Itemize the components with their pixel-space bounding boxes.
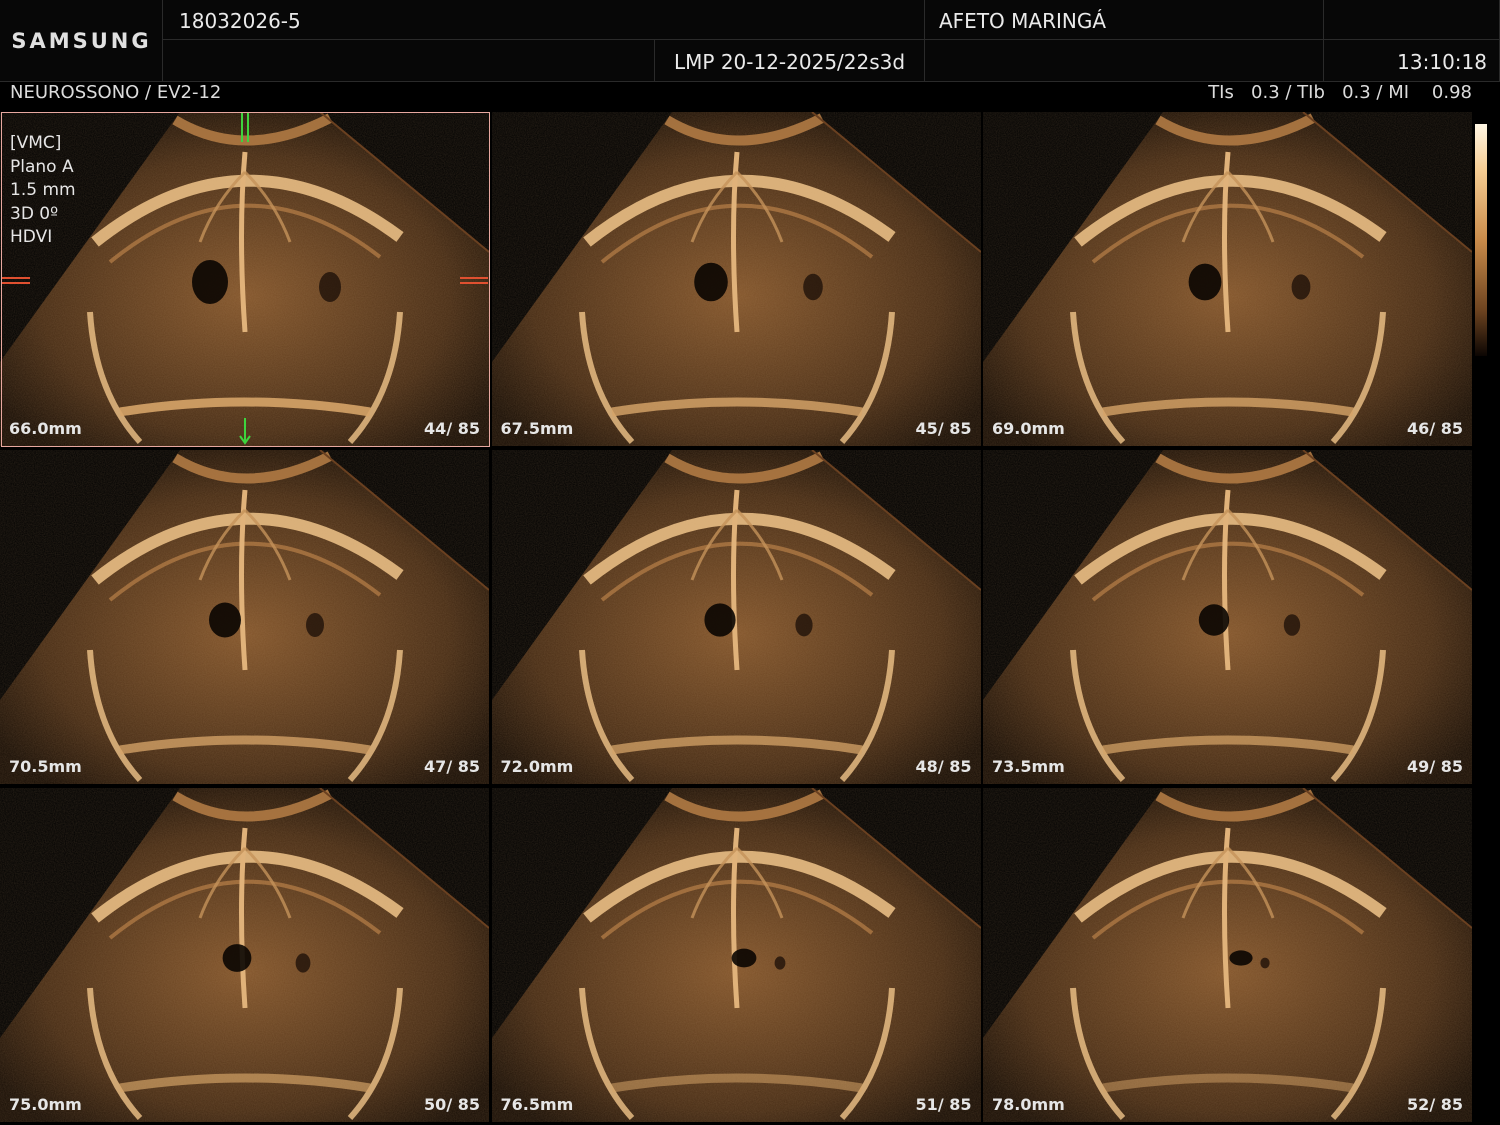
marker-right-red-icon: [460, 277, 488, 284]
slice-image: [0, 450, 489, 784]
blank-cell: [1324, 0, 1500, 40]
ultrasound-slice-tile[interactable]: 70.5mm 47/ 85: [0, 450, 489, 784]
safety-indices: TIs 0.3 / TIb 0.3 / MI 0.98: [1208, 82, 1472, 103]
ventricle-right: [1291, 274, 1311, 300]
ventricle-right: [1283, 614, 1301, 636]
slice-depth-label: 67.5mm: [500, 419, 574, 438]
slice-frame-counter: 49/ 85: [1407, 757, 1463, 776]
slice-frame-counter: 47/ 85: [424, 757, 480, 776]
slice-frame-counter: 48/ 85: [915, 757, 972, 776]
ventricle-right: [295, 953, 311, 973]
ultrasound-slice-tile[interactable]: 67.5mm 45/ 85: [491, 112, 981, 446]
patient-id: 18032026-5: [179, 9, 301, 33]
ventricle-left: [1198, 604, 1230, 636]
ultrasound-slice-tile[interactable]: 69.0mm 46/ 85: [983, 112, 1472, 446]
slice-markers: [2, 112, 488, 445]
ventricle-left: [1229, 950, 1253, 966]
slice-depth-label: 70.5mm: [9, 757, 82, 776]
slice-grid: 66.0mm 44/ 85 [VMC] Plano A 1.5 mm 3D 0º HDVI …: [0, 112, 1472, 1125]
slice-image: [983, 450, 1472, 784]
marker-bottom-green-icon: [239, 418, 251, 445]
ventricle-left: [222, 944, 252, 972]
ultrasound-slice-tile[interactable]: 73.5mm 49/ 85: [983, 450, 1472, 784]
ventricle-left: [693, 262, 728, 302]
slice-depth-label: 72.0mm: [500, 757, 574, 776]
slice-image: [491, 788, 981, 1122]
header-bar: SAMSUNG 18032026-5 AFETO MARINGÁ LMP 20-…: [0, 0, 1500, 82]
ventricle-right: [802, 273, 823, 301]
ventricle-right: [794, 613, 813, 637]
blank-cell: [163, 40, 655, 82]
slice-image: [491, 450, 981, 784]
ventricle-right: [1260, 957, 1270, 969]
slice-frame-counter: 52/ 85: [1407, 1095, 1463, 1114]
slice-image: [983, 112, 1472, 446]
ultrasound-slice-tile[interactable]: 66.0mm 44/ 85 [VMC] Plano A 1.5 mm 3D 0º HDVI: [0, 112, 489, 446]
institution-name: AFETO MARINGÁ: [939, 9, 1107, 33]
ventricle-right: [306, 613, 324, 637]
clock-time: 13:10:18: [1397, 50, 1487, 74]
gray-map-colorbar: [1475, 124, 1487, 356]
slice-depth-label: 76.5mm: [500, 1095, 574, 1114]
ventricle-left: [731, 948, 756, 968]
slice-frame-counter: 46/ 85: [1407, 419, 1463, 438]
ventricle-left: [1188, 263, 1222, 301]
ultrasound-slice-tile[interactable]: 75.0mm 50/ 85: [0, 788, 489, 1122]
ventricle-left: [209, 602, 241, 638]
preset-label: NEUROSSONO / EV2-12: [10, 82, 222, 103]
slice-depth-label: 75.0mm: [9, 1095, 82, 1114]
slice-image: [0, 788, 489, 1122]
marker-left-red-icon: [2, 277, 30, 284]
slice-frame-counter: 45/ 85: [915, 419, 972, 438]
slice-frame-counter: 51/ 85: [915, 1095, 972, 1114]
ultrasound-slice-tile[interactable]: 72.0mm 48/ 85: [491, 450, 981, 784]
slice-depth-label: 73.5mm: [992, 757, 1065, 776]
slice-frame-counter: 50/ 85: [424, 1095, 480, 1114]
slice-depth-label: 69.0mm: [992, 419, 1065, 438]
slice-image: [983, 788, 1472, 1122]
slice-image: [491, 112, 981, 446]
ultrasound-slice-tile[interactable]: 78.0mm 52/ 85: [983, 788, 1472, 1122]
slice-depth-label: 78.0mm: [992, 1095, 1065, 1114]
ventricle-right: [774, 956, 785, 970]
lmp-gestational-age: LMP 20-12-2025/22s3d: [674, 50, 906, 74]
brand-logo: SAMSUNG: [11, 29, 152, 53]
ventricle-left: [703, 603, 736, 637]
blank-cell: [925, 40, 1324, 82]
marker-top-green-icon: [241, 112, 249, 142]
ultrasound-slice-tile[interactable]: 76.5mm 51/ 85: [491, 788, 981, 1122]
